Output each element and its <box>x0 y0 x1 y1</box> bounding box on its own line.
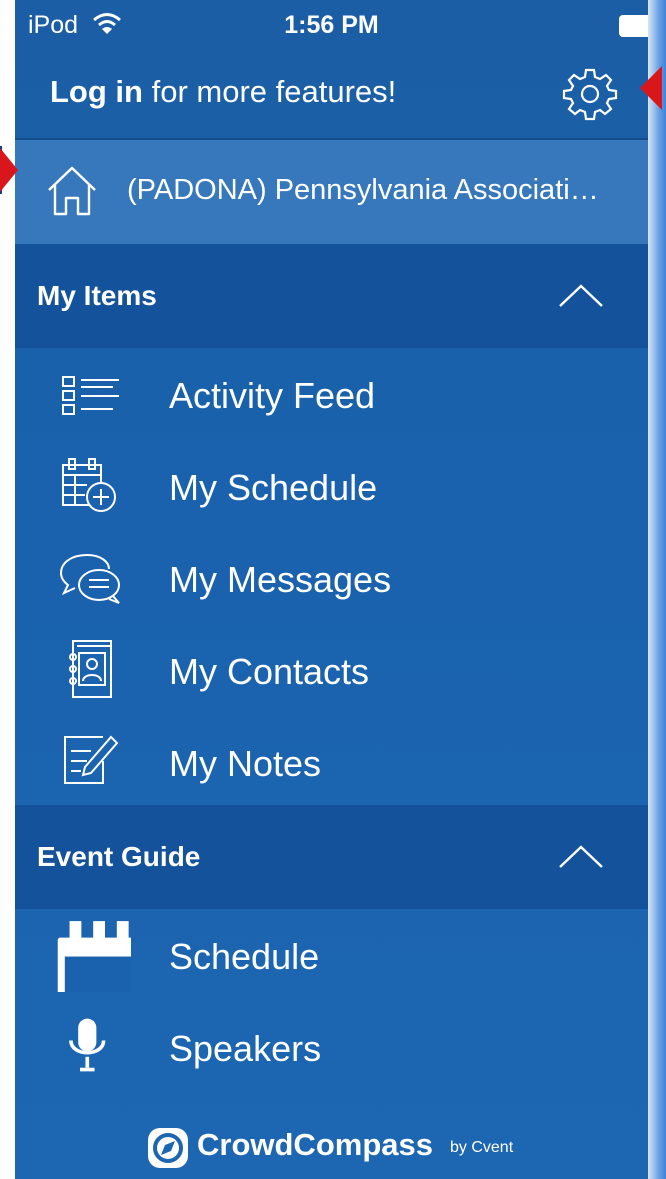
gear-icon[interactable] <box>561 65 619 123</box>
brand-name: CrowdCompass <box>197 1127 433 1162</box>
chevron-up-icon[interactable] <box>557 841 605 871</box>
battery-icon <box>619 15 648 37</box>
menu-item-label: My Schedule <box>169 467 378 508</box>
brand-by: by Cvent <box>450 1139 514 1156</box>
login-prompt[interactable]: Log in for more features! <box>50 74 396 110</box>
section-my-items[interactable]: My Items <box>15 244 648 348</box>
menu-item-my-schedule[interactable]: My Schedule <box>15 440 648 532</box>
section-event-guide[interactable]: Event Guide <box>15 805 648 909</box>
event-name: (PADONA) Pennsylvania Associati… <box>127 174 599 206</box>
event-home-row[interactable]: (PADONA) Pennsylvania Associati… <box>15 140 648 244</box>
side-menu: iPod 1:56 PM Log in for more features! (… <box>15 0 648 1179</box>
menu-item-label: My Notes <box>169 743 322 784</box>
home-icon <box>48 166 96 216</box>
chat-bubbles-icon <box>59 554 120 604</box>
header: Log in for more features! <box>15 52 648 138</box>
menu-item-my-contacts[interactable]: My Contacts <box>15 624 648 716</box>
calendar-icon <box>57 921 131 992</box>
right-arrow-marker <box>640 66 662 110</box>
menu-item-my-messages[interactable]: My Messages <box>15 532 648 624</box>
menu-item-label: Schedule <box>169 936 320 977</box>
login-link[interactable]: Log in <box>50 74 143 109</box>
menu-item-label: Activity Feed <box>169 375 376 416</box>
menu-item-speakers[interactable]: Speakers <box>15 1001 648 1093</box>
right-content-edge <box>648 0 666 1179</box>
calendar-add-icon <box>62 458 116 512</box>
menu-item-my-notes[interactable]: My Notes <box>15 716 648 808</box>
section-title: My Items <box>37 280 157 311</box>
chevron-up-icon[interactable] <box>557 280 605 310</box>
login-prompt-text: for more features! <box>142 74 397 109</box>
footer-branding: CrowdCompass by Cvent <box>15 1112 648 1179</box>
menu-item-label: My Contacts <box>169 651 370 692</box>
menu-item-schedule[interactable]: Schedule <box>15 909 648 1001</box>
microphone-icon <box>69 1018 106 1072</box>
left-arrow-marker <box>0 148 18 192</box>
compass-logo-icon <box>148 1128 188 1168</box>
section-title: Event Guide <box>37 841 201 872</box>
note-pencil-icon <box>64 735 119 784</box>
menu-item-label: My Messages <box>169 559 392 600</box>
activity-feed-icon <box>62 376 119 415</box>
status-bar: iPod 1:56 PM <box>15 0 648 52</box>
menu-item-label: Speakers <box>169 1028 322 1069</box>
menu-item-activity-feed[interactable]: Activity Feed <box>15 348 648 440</box>
clock: 1:56 PM <box>284 11 379 39</box>
address-book-icon <box>69 640 112 698</box>
